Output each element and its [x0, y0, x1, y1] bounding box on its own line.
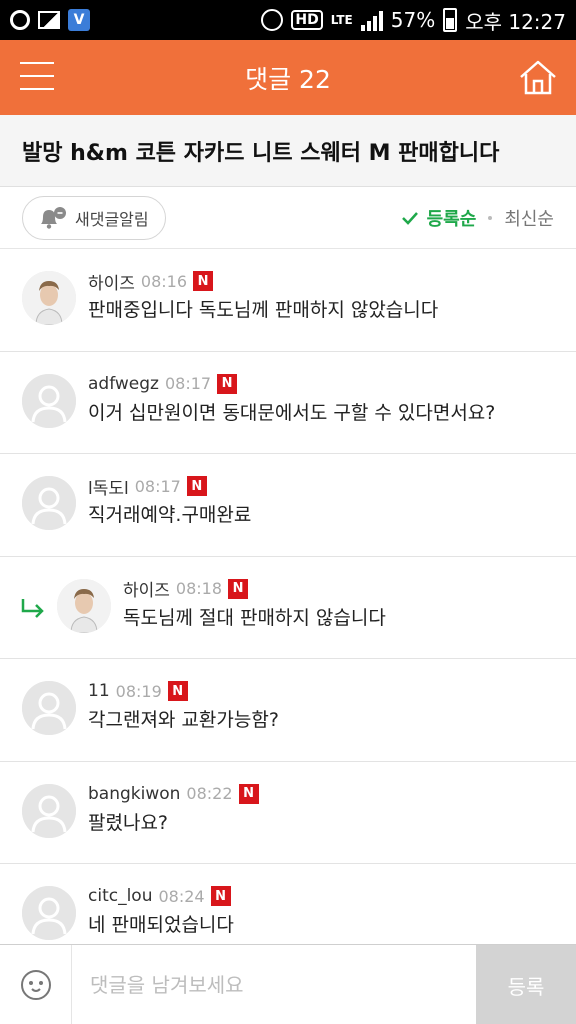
- alarm-clock-icon: [261, 9, 284, 31]
- new-badge: N: [210, 886, 231, 906]
- sort-options: 등록순 최신순: [401, 205, 554, 231]
- comment-time: 08:17: [164, 374, 212, 393]
- comment-text: 독도님께 절대 판매하지 않습니다: [123, 606, 386, 629]
- page-title: 댓글 22: [245, 64, 331, 94]
- comment-meta: 11 08:19 N: [88, 679, 188, 703]
- comment-meta: bangkiwon 08:22 N: [88, 782, 259, 806]
- comment-text: 네 판매되었습니다: [88, 914, 234, 936]
- comment-author[interactable]: adfwegz: [88, 374, 159, 394]
- submit-comment-button[interactable]: 등록: [476, 945, 576, 1024]
- comment-time: 08:24: [158, 886, 205, 906]
- default-avatar-icon[interactable]: [22, 783, 76, 838]
- comment-author[interactable]: bangkiwon: [88, 784, 180, 804]
- alarm-label: 새댓글알림: [75, 209, 149, 229]
- comment-item[interactable]: adfwegz 08:17 N 이거 십만원이면 동대문에서도 구할 수 있다면서요?: [0, 352, 576, 454]
- comment-time: 08:16: [140, 271, 188, 291]
- sort-by-registration[interactable]: 등록순: [401, 205, 477, 231]
- app-notification-icon: [10, 10, 30, 30]
- new-badge: N: [167, 681, 188, 701]
- post-title-bar: 발망 h&m 코튼 자카드 니트 스웨터 M 판매합니다: [0, 115, 576, 187]
- app-header: 댓글 22: [0, 40, 576, 115]
- user-avatar[interactable]: [22, 271, 76, 325]
- check-icon: [401, 211, 418, 225]
- reply-comment[interactable]: 하이즈 08:18 N 독도님께 절대 판매하지 않습니다: [0, 557, 576, 659]
- comment-item[interactable]: 11 08:19 N 각그랜져와 교환가능함?: [0, 659, 576, 762]
- comment-author[interactable]: citc_lou: [88, 886, 152, 906]
- hd-voice-label: HD: [291, 10, 323, 30]
- comment-meta: 하이즈 08:16 N: [88, 269, 214, 294]
- comment-input[interactable]: [72, 945, 476, 1024]
- new-badge: N: [186, 476, 207, 496]
- comment-toolbar: 새댓글알림 등록순 최신순: [0, 187, 576, 249]
- emoticon-button[interactable]: [0, 945, 72, 1024]
- comment-time: 08:17: [134, 476, 181, 496]
- signal-icon: [360, 9, 383, 31]
- comment-text: 직거래예약.구매완료: [88, 504, 252, 526]
- default-avatar-icon[interactable]: [22, 476, 76, 530]
- new-badge: N: [228, 578, 249, 599]
- system-icons: HD LTE 57% 오후 12:27: [261, 6, 566, 35]
- v3-notification-icon: V: [68, 9, 90, 31]
- new-comment-alarm-button[interactable]: 새댓글알림: [22, 195, 166, 240]
- comment-list: 하이즈 08:16 N 판매중입니다 독도님께 판매하지 않았습니다 adfwegz 08…: [0, 249, 576, 967]
- status-time: 오후 12:27: [465, 9, 566, 34]
- comment-text: 각그랜져와 교환가능함?: [88, 709, 279, 731]
- lte-label: LTE: [330, 13, 353, 27]
- comment-item[interactable]: l독도l 08:17 N 직거래예약.구매완료: [0, 454, 576, 557]
- comment-item[interactable]: bangkiwon 08:22 N 팔렸나요?: [0, 762, 576, 864]
- comment-time: 08:19: [115, 681, 162, 701]
- emoticon-icon: [20, 970, 51, 1000]
- comment-text: 이거 십만원이면 동대문에서도 구할 수 있다면서요?: [88, 401, 496, 424]
- comment-author[interactable]: 하이즈: [123, 576, 170, 601]
- sort-registration-label: 등록순: [426, 208, 477, 230]
- post-title: 발망 h&m 코튼 자카드 니트 스웨터 M 판매합니다: [22, 140, 500, 166]
- user-avatar[interactable]: [57, 578, 111, 633]
- comment-author[interactable]: 하이즈: [88, 269, 135, 294]
- comment-meta: l독도l 08:17 N: [88, 474, 207, 499]
- battery-percent: 57%: [390, 8, 436, 32]
- comment-item[interactable]: 하이즈 08:16 N 판매중입니다 독도님께 판매하지 않았습니다: [0, 249, 576, 352]
- reply-arrow-icon: [21, 598, 44, 618]
- comment-author[interactable]: 11: [88, 681, 110, 701]
- comment-time: 08:18: [175, 579, 223, 598]
- sort-divider: [488, 215, 493, 220]
- comment-time: 08:22: [186, 784, 233, 803]
- comment-text: 팔렸나요?: [88, 811, 169, 834]
- default-avatar-icon[interactable]: [22, 681, 76, 735]
- new-badge: N: [238, 783, 259, 804]
- status-bar: V HD LTE 57% 오후 12:27: [0, 0, 576, 40]
- comment-author[interactable]: l독도l: [88, 474, 129, 499]
- new-badge: N: [193, 271, 214, 291]
- comment-meta: citc_lou 08:24 N: [88, 884, 231, 908]
- new-badge: N: [217, 373, 238, 394]
- comment-input-bar: 등록: [0, 944, 576, 1024]
- sort-by-latest[interactable]: 최신순: [504, 205, 554, 231]
- notification-icons: V: [10, 9, 90, 31]
- comment-meta: 하이즈 08:18 N: [123, 576, 249, 601]
- default-avatar-icon[interactable]: [22, 886, 76, 940]
- bell-icon: [41, 206, 66, 229]
- default-avatar-icon[interactable]: [22, 373, 76, 428]
- image-notification-icon: [38, 11, 60, 29]
- home-icon[interactable]: [518, 58, 558, 96]
- menu-icon[interactable]: [20, 62, 54, 92]
- comment-meta: adfwegz 08:17 N: [88, 372, 238, 396]
- battery-icon: [443, 8, 458, 32]
- comment-text: 판매중입니다 독도님께 판매하지 않았습니다: [88, 299, 439, 321]
